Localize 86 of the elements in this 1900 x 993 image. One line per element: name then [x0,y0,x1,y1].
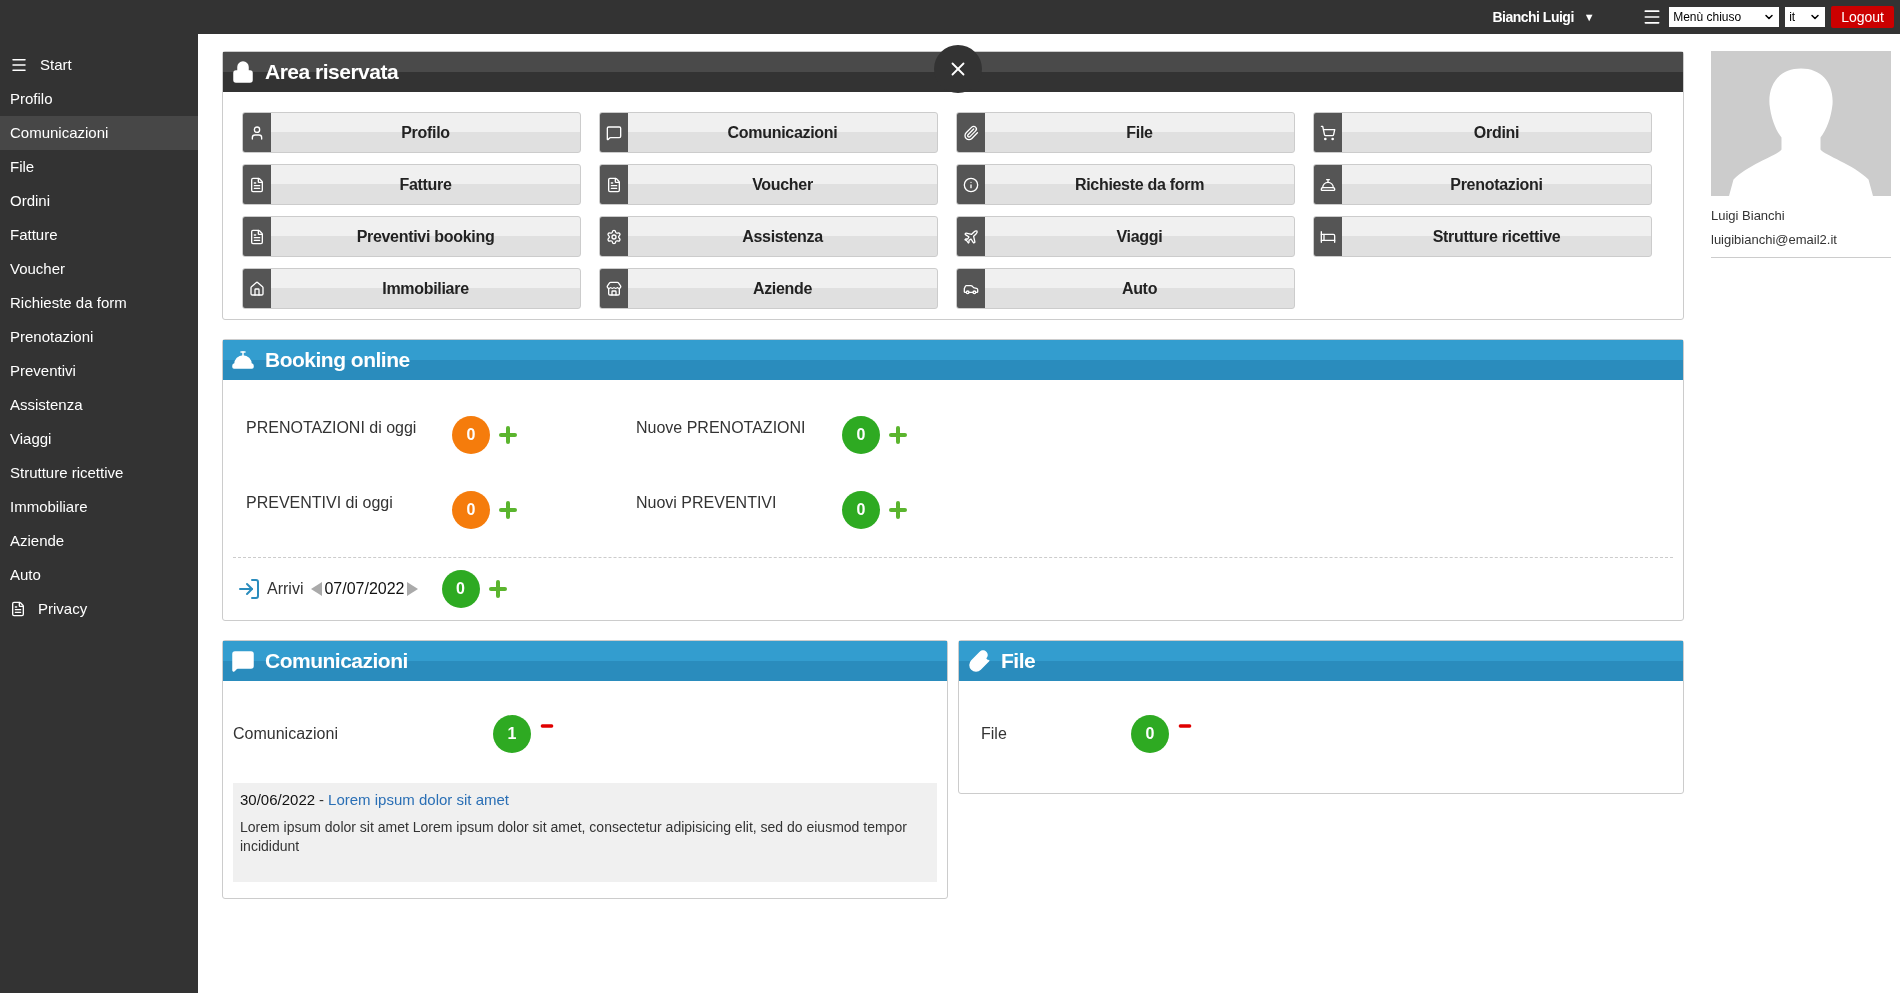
chat-icon [231,649,255,673]
section-button[interactable]: Viaggi [956,216,1295,257]
add-icon[interactable] [886,423,910,447]
count-badge: 1 [493,715,531,753]
chat-icon [606,124,622,141]
logout-button[interactable]: Logout [1831,6,1894,28]
count-badge: 0 [842,491,880,529]
counter-label: PRENOTAZIONI di oggi [246,418,418,438]
section-button[interactable]: Comunicazioni [599,112,938,153]
separator: - [319,790,325,810]
language-select[interactable]: it [1785,7,1826,27]
counter-label: Comunicazioni [233,724,339,744]
bell-icon [231,348,255,372]
counter-label: PREVENTIVI di oggi [246,493,394,513]
document-icon [10,601,26,617]
menu-select[interactable]: Menù chiuso [1669,7,1780,27]
arrivals-date: 07/07/2022 [324,579,405,599]
message-text: Lorem ipsum dolor sit amet Lorem ipsum dolor sit amet, consectetur adipisicing elit, sed do eiusmod tempor incididunt [240,817,908,856]
bell-icon [1320,176,1336,193]
section-button[interactable]: File [956,112,1295,153]
count-badge: 0 [452,416,490,454]
bed-icon [1320,228,1336,245]
section-button[interactable]: Strutture ricettive [1313,216,1652,257]
panel-title: Booking online [265,347,410,374]
section-button[interactable]: Aziende [599,268,938,309]
menu-icon [10,56,28,74]
info-icon [963,176,979,193]
sidebar-item[interactable]: Assistenza [0,388,198,422]
sidebar-item[interactable]: Prenotazioni [0,320,198,354]
sidebar-item[interactable]: Fatture [0,218,198,252]
lock-icon [231,60,255,84]
message-date: 30/06/2022 [240,790,316,810]
plane-icon [963,228,979,245]
next-date-icon[interactable] [406,582,418,596]
counter-label: File [981,724,1008,744]
panel-title: Area riservata [265,59,399,86]
sidebar-item[interactable]: Preventivi [0,354,198,388]
sidebar-item[interactable]: Viaggi [0,422,198,456]
sidebar-item[interactable]: Richieste da form [0,286,198,320]
arrivals-label: Arrivi [267,579,304,599]
document-icon [249,228,265,245]
sidebar-item[interactable]: Ordini [0,184,198,218]
section-button[interactable]: Prenotazioni [1313,164,1652,205]
sidebar-item[interactable]: Strutture ricettive [0,456,198,490]
profile-email: luigibianchi@email2.it [1711,229,1891,258]
section-button[interactable]: Richieste da form [956,164,1295,205]
count-badge: 0 [1131,715,1169,753]
sidebar-item[interactable]: Voucher [0,252,198,286]
gear-icon [606,228,622,245]
section-button[interactable]: Auto [956,268,1295,309]
message-link[interactable]: Lorem ipsum dolor sit amet [328,789,509,812]
user-menu[interactable]: Bianchi Luigi ▼ [1492,6,1595,28]
document-icon [249,176,265,193]
sidebar-item[interactable]: Auto [0,558,198,592]
sidebar-item[interactable]: File [0,150,198,184]
section-button[interactable]: Voucher [599,164,938,205]
counter-label: Nuovi PREVENTIVI [636,493,778,513]
count-badge: 0 [452,491,490,529]
document-icon [606,176,622,193]
add-icon[interactable] [496,423,520,447]
store-icon [606,280,622,297]
section-button[interactable]: Preventivi booking [242,216,581,257]
arrival-icon [237,577,261,601]
sidebar-item[interactable]: Aziende [0,524,198,558]
count-badge: 0 [441,570,480,608]
sidebar-item[interactable]: Comunicazioni [0,116,198,150]
section-button[interactable]: Profilo [242,112,581,153]
profile-name: Luigi Bianchi [1711,207,1786,225]
section-button[interactable]: Ordini [1313,112,1652,153]
sidebar-item[interactable]: Profilo [0,82,198,116]
section-button[interactable]: Assistenza [599,216,938,257]
previous-date-icon[interactable] [311,582,323,596]
panel-title: Comunicazioni [265,648,408,675]
section-button[interactable]: Fatture [242,164,581,205]
add-icon[interactable] [886,498,910,522]
section-button[interactable]: Immobiliare [242,268,581,309]
count-badge: 0 [842,416,880,454]
counter-label: Nuove PRENOTAZIONI [636,418,807,438]
panel-title: File [1001,648,1036,675]
sidebar-item[interactable]: Start [0,48,198,82]
sidebar-item[interactable]: Privacy [0,592,198,626]
sidebar-item[interactable]: Immobiliare [0,490,198,524]
cart-icon [1320,124,1336,141]
add-icon[interactable] [496,498,520,522]
house-icon [249,280,265,297]
user-icon [249,124,265,141]
